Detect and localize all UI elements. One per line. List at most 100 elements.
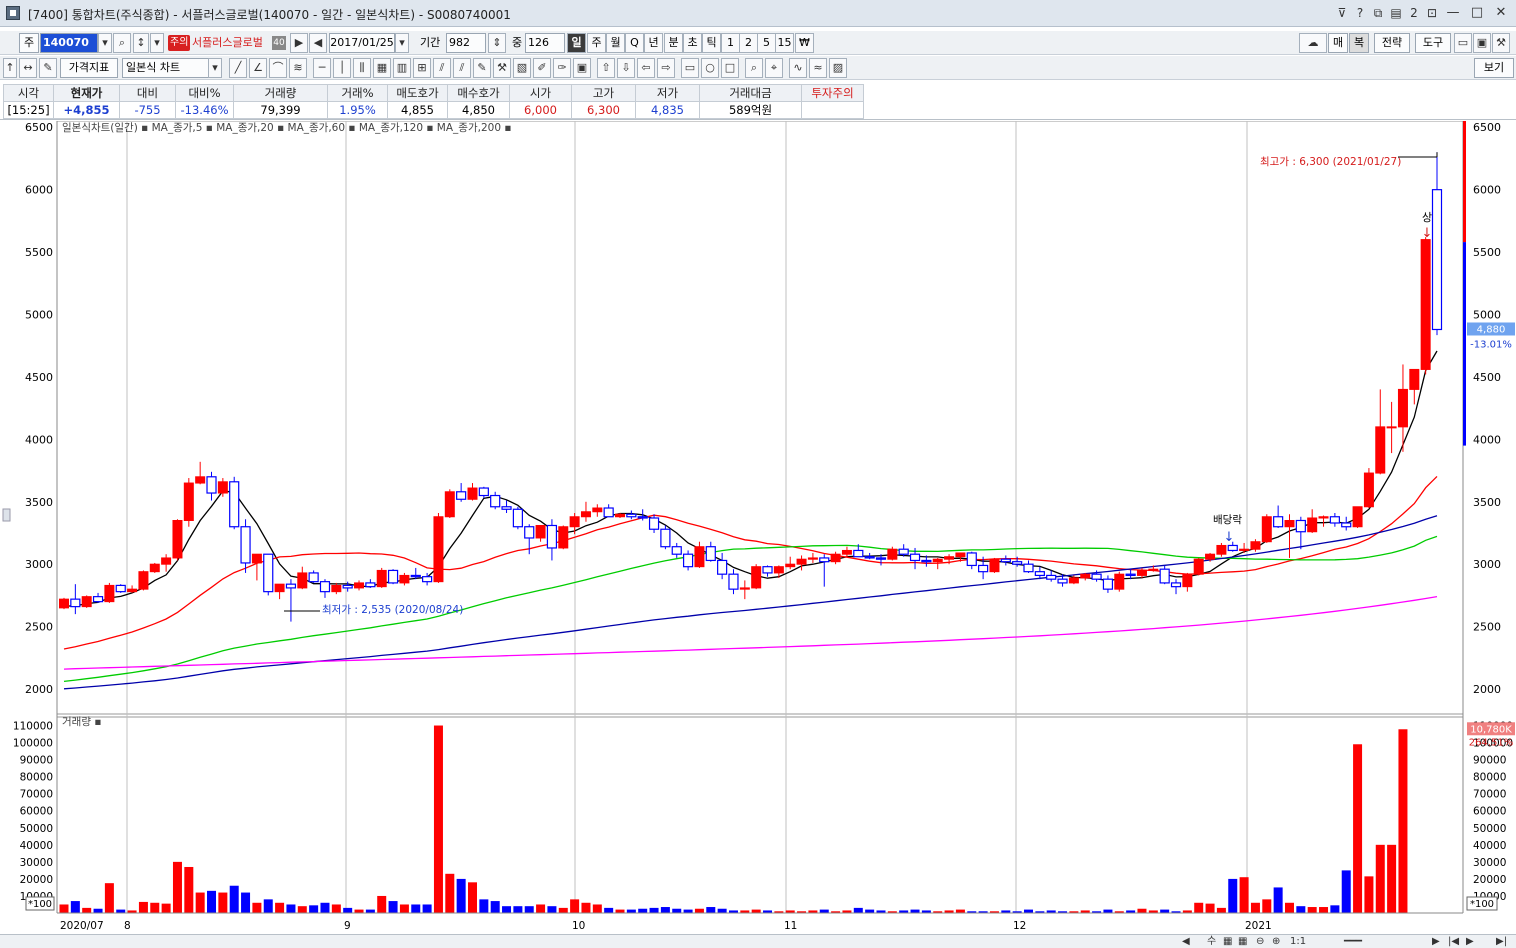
period-button-9[interactable]: 2 [739,33,758,53]
market-select[interactable]: 주 [19,33,39,53]
chart-type-dropdown-icon[interactable]: ▾ [208,58,222,78]
title-bar-controls: ⊽ ? ⧉ ▤ 2 ⊡ — □ ✕ [1334,3,1512,23]
square-icon[interactable]: □ [721,58,739,78]
period-button-6[interactable]: 초 [683,33,702,53]
circle-icon[interactable]: ○ [701,58,719,78]
zoom-icon[interactable]: ⌕ [745,58,763,78]
status-item-4[interactable]: ⊖ [1256,935,1264,948]
period-button-8[interactable]: 1 [721,33,740,53]
tools-button[interactable]: 도구 [1415,33,1451,53]
volume-bar [467,882,477,913]
period-button-4[interactable]: 년 [644,33,663,53]
price-volume-chart[interactable]: 2000 2000 2500 2500 3000 3000 3500 3500 4000 4000… [0,121,1516,934]
center-input[interactable]: 126 [525,33,565,53]
chart-type-select[interactable]: 일본식 차트 [122,58,210,78]
period-button-5[interactable]: 분 [664,33,683,53]
strategy-button[interactable]: 전략 [1374,33,1410,53]
search-icon[interactable]: ⌕ [113,33,131,53]
pattern-icon[interactable]: ▨ [829,58,847,78]
pin-icon[interactable]: ⊽ [1334,3,1350,23]
status-item-5[interactable]: ⊕ [1272,935,1280,948]
status-item-1[interactable]: 수 [1207,935,1216,948]
candle-down [263,553,274,593]
horizontal-line-icon[interactable]: ─ [313,58,331,78]
fibonacci-icon[interactable]: ≋ [289,58,307,78]
price-indicator-button[interactable]: 가격지표 [60,58,118,78]
status-item-9[interactable]: |◀ [1448,935,1459,948]
help-icon[interactable]: ? [1352,3,1368,23]
box-icon[interactable]: ▣ [573,58,591,78]
wrench-icon[interactable]: ⚒ [1492,33,1510,53]
restore-icon[interactable]: ⧉ [1370,3,1386,23]
save-icon[interactable]: ▣ [1473,33,1491,53]
cloud-icon[interactable]: ☁ [1299,33,1327,53]
num-2-label[interactable]: 2 [1406,3,1422,23]
view-button[interactable]: 보기 [1474,58,1514,78]
target-icon[interactable]: ⌖ [765,58,783,78]
arc-icon[interactable]: ⌒ [269,58,287,78]
text-icon[interactable]: ✑ [553,58,571,78]
sort-icon[interactable]: ↕ [133,33,149,53]
status-item-11[interactable]: ▶| [1496,935,1507,948]
wave-icon[interactable]: ∿ [789,58,807,78]
status-item-2[interactable]: ▦ [1223,935,1232,948]
buy-button[interactable]: 매 [1328,33,1348,53]
approx-icon[interactable]: ≈ [809,58,827,78]
arrow-right-icon[interactable]: ⇨ [657,58,675,78]
vertical-line-icon[interactable]: │ [333,58,351,78]
channel-icon[interactable]: ⫽ [453,58,471,78]
period-button-0[interactable]: 일 [567,33,586,53]
status-item-0[interactable]: ◀ [1182,935,1190,948]
chart-area[interactable]: 2000 2000 2500 2500 3000 3000 3500 3500 4000 4000… [0,121,1516,934]
rect-icon[interactable]: ▭ [681,58,699,78]
arrow-down-icon[interactable]: ⇩ [617,58,635,78]
tray-icon[interactable]: ⊡ [1424,3,1440,23]
next-stock-icon[interactable]: ▶ [290,33,308,53]
multi-button[interactable]: 복 [1349,33,1369,53]
cross-icon[interactable]: ⊞ [413,58,431,78]
status-item-8[interactable]: ▶ [1432,935,1440,948]
maximize-button[interactable]: □ [1466,3,1488,23]
period-button-1[interactable]: 주 [587,33,606,53]
volume-bar [116,909,126,913]
period-button-7[interactable]: 틱 [702,33,721,53]
period-button-2[interactable]: 월 [606,33,625,53]
trend-line-icon[interactable]: ╱ [229,58,247,78]
status-item-10[interactable]: ▶ [1466,935,1474,948]
date-dropdown-icon[interactable]: ▾ [395,33,409,53]
arrow-left-icon[interactable]: ⇦ [637,58,655,78]
period-button-12[interactable]: ₩ [795,33,814,53]
volume-bar [479,899,489,913]
tools-icon[interactable]: ⚒ [493,58,511,78]
sort-dropdown-icon[interactable]: ▾ [150,33,164,53]
arrow-up-icon[interactable]: ⇧ [597,58,615,78]
window-list-icon[interactable]: ▤ [1388,3,1404,23]
expand-icon[interactable]: ↔ [19,58,37,78]
up-arrow-icon[interactable]: ↑ [3,58,17,78]
grid-icon[interactable]: ▦ [373,58,391,78]
candle-down [422,576,433,583]
status-item-3[interactable]: ▦ [1238,935,1247,948]
date-input[interactable]: 2017/01/25 [329,33,395,53]
period-button-11[interactable]: 15 [775,33,794,53]
minimize-button[interactable]: — [1442,3,1464,23]
pen-icon[interactable]: ✎ [473,58,491,78]
prev-stock-icon[interactable]: ◀ [309,33,327,53]
code-dropdown-icon[interactable]: ▾ [98,33,112,53]
color-icon[interactable]: ▧ [513,58,531,78]
gann-icon[interactable]: ⫼ [353,58,371,78]
angle-line-icon[interactable]: ∠ [249,58,267,78]
period-input[interactable]: 982 [446,33,486,53]
parallel-icon[interactable]: ⫽ [433,58,451,78]
note-icon[interactable]: ✐ [533,58,551,78]
status-item-6[interactable]: 1:1 [1290,935,1306,948]
folder-icon[interactable]: ▭ [1454,33,1472,53]
period-button-10[interactable]: 5 [757,33,776,53]
close-button[interactable]: ✕ [1490,3,1512,23]
stock-code-input[interactable]: 140070 [40,33,98,53]
status-item-7[interactable]: ━━━ [1344,935,1362,948]
period-button-3[interactable]: Q [625,33,644,53]
compress-icon[interactable]: ⇕ [488,33,506,53]
bars-icon[interactable]: ▥ [393,58,411,78]
edit-icon[interactable]: ✎ [39,58,57,78]
